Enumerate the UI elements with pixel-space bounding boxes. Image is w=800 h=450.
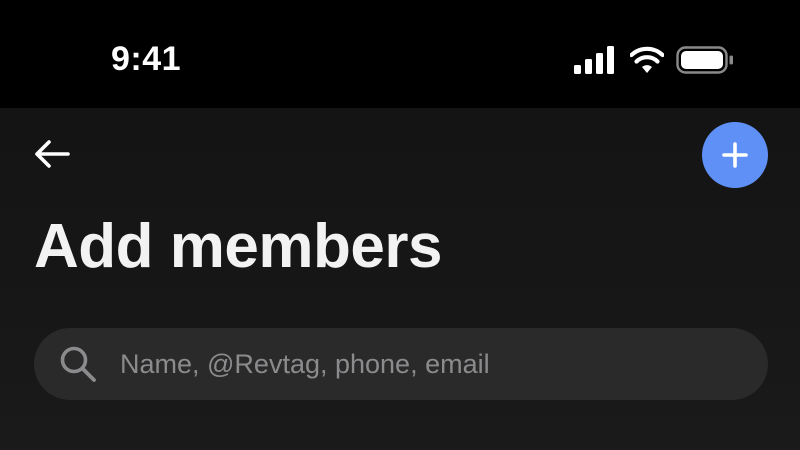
plus-icon [722, 142, 748, 168]
arrow-left-icon [35, 140, 70, 168]
screen: 9:41 Add members Name, @Revtag, phone, e… [0, 0, 800, 450]
search-field[interactable] [34, 328, 768, 400]
battery-icon [676, 46, 733, 74]
app-body: Add members [0, 108, 800, 450]
signal-icon [574, 46, 614, 74]
status-time: 9:41 [111, 40, 182, 78]
search-icon [56, 342, 100, 386]
status-bar: 9:41 [0, 0, 800, 108]
status-icons [574, 44, 734, 76]
wifi-icon [630, 46, 664, 73]
search-input[interactable] [118, 333, 768, 395]
back-button[interactable] [30, 134, 74, 174]
add-member-button[interactable] [702, 122, 768, 188]
page-title: Add members [34, 212, 442, 281]
